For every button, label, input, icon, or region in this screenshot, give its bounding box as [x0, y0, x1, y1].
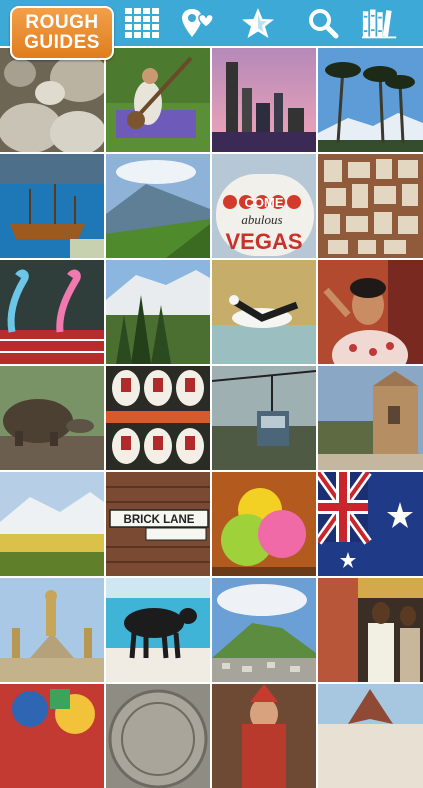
photo-tile-rocks[interactable]: [0, 48, 104, 152]
search-button[interactable]: [305, 5, 341, 41]
photo-tile-vineyard-mountains[interactable]: [0, 472, 104, 576]
favorites-map-button[interactable]: [180, 5, 216, 41]
photo-tile-dried-fish[interactable]: [318, 684, 423, 788]
destination-photo-grid: COME abulous VEGAS BRICK LANE: [0, 48, 423, 788]
photo-tile-paper-lanterns[interactable]: [106, 366, 210, 470]
photo-tile-galleon-ship[interactable]: [0, 154, 104, 258]
library-button[interactable]: [362, 5, 398, 41]
logo-line-2: GUIDES: [24, 32, 100, 53]
vegas-sign-mid-text: abulous: [241, 212, 282, 227]
photo-tile-picture-wall[interactable]: [318, 154, 423, 258]
photo-tile-ice-cream-scoops[interactable]: [212, 472, 316, 576]
photo-tile-colonial-church[interactable]: [318, 366, 423, 470]
books-icon: [362, 9, 397, 39]
grid-view-button[interactable]: [124, 5, 160, 41]
vegas-sign-top-text: COME: [245, 195, 284, 210]
photo-tile-brick-lane-sign[interactable]: BRICK LANE: [106, 472, 210, 576]
photo-tile-cable-car[interactable]: [212, 366, 316, 470]
photo-tile-mosaic-art[interactable]: [0, 684, 104, 788]
grid-icon: [125, 8, 159, 38]
search-icon: [309, 9, 339, 39]
photo-tile-beach-bull[interactable]: [106, 578, 210, 682]
photo-tile-swan-boats[interactable]: [0, 260, 104, 364]
photo-tile-australian-flag[interactable]: [318, 472, 423, 576]
map-pin-heart-icon: [182, 9, 214, 37]
star-icon: [242, 8, 274, 38]
photo-tile-men-doorway[interactable]: [318, 578, 423, 682]
brick-lane-sign-text: BRICK LANE: [124, 514, 195, 526]
photo-tile-hong-kong-skyline[interactable]: [212, 48, 316, 152]
photo-tile-hillside-town[interactable]: [212, 578, 316, 682]
photo-tile-pelican-flying[interactable]: [212, 260, 316, 364]
photo-tile-monk-portrait[interactable]: [212, 684, 316, 788]
photo-tile-sitar-player[interactable]: [106, 48, 210, 152]
vegas-sign-bottom-text: VEGAS: [225, 229, 302, 254]
starred-button[interactable]: [240, 5, 276, 41]
photo-tile-statues-monument[interactable]: [0, 578, 104, 682]
photo-tile-coin-relief[interactable]: [106, 684, 210, 788]
top-toolbar: ROUGH GUIDES: [0, 0, 423, 60]
photo-tile-las-vegas-sign[interactable]: COME abulous VEGAS: [212, 154, 316, 258]
photo-tile-tea-plantation[interactable]: [106, 154, 210, 258]
photo-tile-palm-trees-mountains[interactable]: [318, 48, 423, 152]
photo-tile-giant-tortoise[interactable]: [0, 366, 104, 470]
rough-guides-logo[interactable]: ROUGH GUIDES: [10, 6, 114, 60]
logo-line-1: ROUGH: [25, 12, 99, 33]
photo-tile-mountain-forest[interactable]: [106, 260, 210, 364]
photo-tile-smiling-woman[interactable]: [318, 260, 423, 364]
